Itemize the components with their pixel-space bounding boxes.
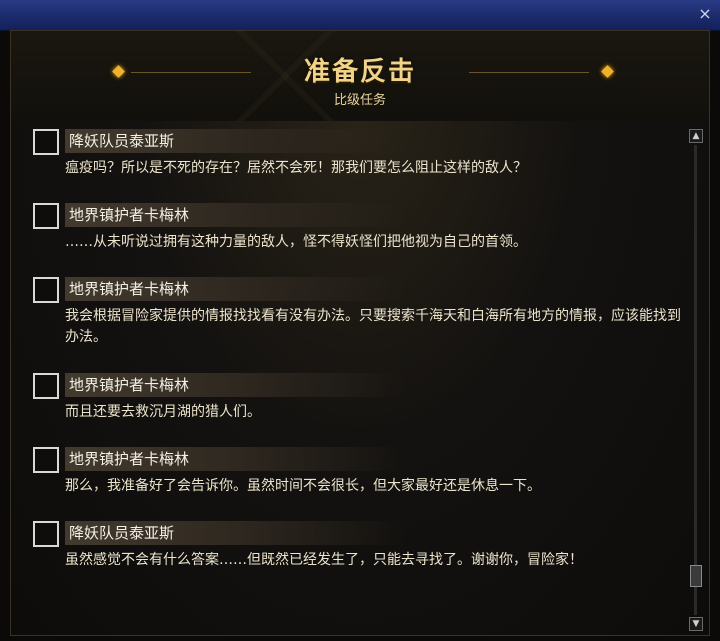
quest-dialog-panel: 准备反击 比级任务 降妖队员泰亚斯 瘟疫吗？所以是不死的存在？居然不会死！那我们… [10, 30, 710, 636]
speaker-name: 地界镇护者卡梅林 [65, 277, 405, 301]
dialogue-checkbox[interactable] [33, 277, 59, 303]
dialogue-text: 而且还要去救沉月湖的猎人们。 [65, 404, 261, 420]
dialogue-text: 瘟疫吗？所以是不死的存在？居然不会死！那我们要怎么阻止这样的敌人？ [65, 160, 527, 176]
speaker-name: 地界镇护者卡梅林 [65, 447, 405, 471]
speaker-name: 地界镇护者卡梅林 [65, 203, 405, 227]
dialogue-list: 降妖队员泰亚斯 瘟疫吗？所以是不死的存在？居然不会死！那我们要怎么阻止这样的敌人… [33, 129, 687, 629]
speaker-name: 降妖队员泰亚斯 [65, 521, 405, 545]
scroll-up-icon[interactable]: ▲ [689, 129, 703, 143]
scroll-thumb[interactable] [690, 565, 702, 587]
dialogue-entry: 地界镇护者卡梅林 而且还要去救沉月湖的猎人们。 [33, 373, 687, 447]
dialogue-text: 那么，我准备好了会告诉你。虽然时间不会很长，但大家最好还是休息一下。 [65, 478, 541, 494]
quest-title: 准备反击 [303, 57, 416, 87]
dialogue-text: ……从未听说过拥有这种力量的敌人，怪不得妖怪们把他视为自己的首领。 [65, 234, 527, 250]
dialogue-entry: 地界镇护者卡梅林 我会根据冒险家提供的情报找找看有没有办法。只要搜索千海天和白海… [33, 277, 687, 373]
dialogue-entry: 降妖队员泰亚斯 瘟疫吗？所以是不死的存在？居然不会死！那我们要怎么阻止这样的敌人… [33, 129, 687, 203]
quest-subtitle: 比级任务 [333, 93, 386, 108]
speaker-name: 地界镇护者卡梅林 [65, 373, 405, 397]
dialogue-text: 虽然感觉不会有什么答案……但既然已经发生了，只能去寻找了。谢谢你，冒险家！ [65, 552, 583, 568]
dialogue-entry: 降妖队员泰亚斯 虽然感觉不会有什么答案……但既然已经发生了，只能去寻找了。谢谢你… [33, 521, 687, 617]
dialogue-checkbox[interactable] [33, 447, 59, 473]
window-titlebar: × [0, 0, 720, 31]
dialogue-entry: 地界镇护者卡梅林 那么，我准备好了会告诉你。虽然时间不会很长，但大家最好还是休息… [33, 447, 687, 521]
close-button[interactable]: × [694, 3, 716, 25]
dialogue-checkbox[interactable] [33, 373, 59, 399]
scroll-track[interactable] [694, 145, 697, 615]
dialogue-checkbox[interactable] [33, 129, 59, 155]
dialogue-checkbox[interactable] [33, 521, 59, 547]
dialogue-text: 我会根据冒险家提供的情报找找看有没有办法。只要搜索千海天和白海所有地方的情报，应… [65, 308, 681, 345]
dialogue-scrollbar[interactable]: ▲ ▼ [689, 129, 703, 631]
dialogue-entry: 地界镇护者卡梅林 ……从未听说过拥有这种力量的敌人，怪不得妖怪们把他视为自己的首… [33, 203, 687, 277]
speaker-name: 降妖队员泰亚斯 [65, 129, 405, 153]
scroll-down-icon[interactable]: ▼ [689, 617, 703, 631]
dialogue-checkbox[interactable] [33, 203, 59, 229]
